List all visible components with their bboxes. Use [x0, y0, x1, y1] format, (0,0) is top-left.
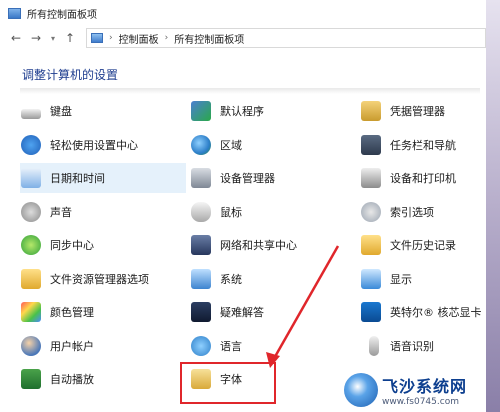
watermark-logo-icon	[344, 373, 378, 407]
watermark: 飞沙系统网 www.fs0745.com	[344, 368, 494, 412]
watermark-url: www.fs0745.com	[382, 397, 459, 407]
annotation-arrow	[266, 245, 340, 368]
control-panel-window: 所有控制面板项 ← → ▾ ↑ › 控制面板 › 所有控制面板项 调整计算机的设…	[0, 0, 486, 412]
watermark-title: 飞沙系统网	[382, 377, 468, 396]
